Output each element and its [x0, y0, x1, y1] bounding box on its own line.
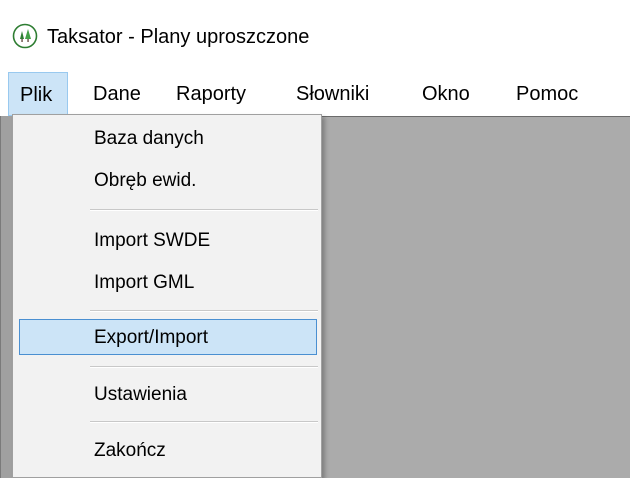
- menu-item-zakoncz[interactable]: Zakończ: [19, 433, 317, 469]
- menu-separator: [90, 366, 318, 368]
- menu-item-baza-danych[interactable]: Baza danych: [19, 121, 317, 157]
- menu-bar: Plik Dane Raporty Słowniki Okno Pomoc: [0, 72, 630, 116]
- menu-slowniki[interactable]: Słowniki: [285, 72, 369, 116]
- menu-item-ustawienia[interactable]: Ustawienia: [19, 377, 317, 413]
- menu-separator: [90, 209, 318, 211]
- menu-raporty[interactable]: Raporty: [165, 72, 246, 116]
- window-title: Taksator - Plany uproszczone: [47, 26, 310, 48]
- menu-okno[interactable]: Okno: [411, 72, 470, 116]
- menu-dane[interactable]: Dane: [82, 72, 141, 116]
- title-bar: Taksator - Plany uproszczone: [0, 0, 630, 72]
- client-left-edge: [0, 116, 12, 478]
- menu-separator: [90, 310, 318, 312]
- menu-plik[interactable]: Plik: [8, 72, 68, 116]
- plik-dropdown-menu: Baza danych Obręb ewid. Import SWDE Impo…: [12, 114, 322, 478]
- menu-separator: [90, 421, 318, 423]
- tree-app-icon: [12, 23, 38, 49]
- menu-item-obreb-ewid[interactable]: Obręb ewid.: [19, 163, 317, 199]
- menu-pomoc[interactable]: Pomoc: [505, 72, 578, 116]
- menu-item-import-swde[interactable]: Import SWDE: [19, 223, 317, 259]
- menu-item-export-import[interactable]: Export/Import: [19, 319, 317, 355]
- menu-item-import-gml[interactable]: Import GML: [19, 265, 317, 301]
